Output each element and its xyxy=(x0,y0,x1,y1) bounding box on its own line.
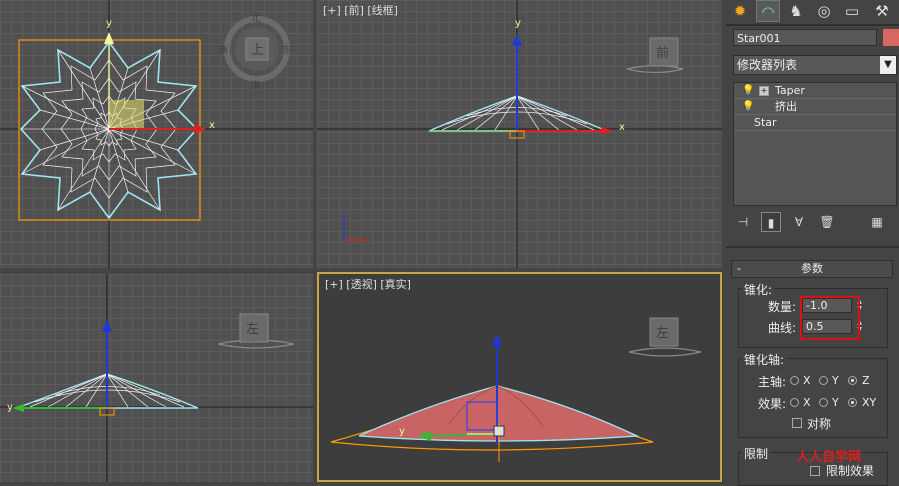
svg-text:北: 北 xyxy=(251,13,260,24)
collapse-toggle: - xyxy=(737,262,741,275)
motion-tab-icon[interactable]: ◎ xyxy=(812,0,836,22)
expand-icon[interactable]: + xyxy=(759,86,769,96)
primary-z-label: Z xyxy=(862,374,870,387)
modifier-list-label: 修改器列表 xyxy=(737,58,798,72)
modifier-stack[interactable]: 💡 + Taper 💡 挤出 Star xyxy=(733,82,897,206)
primary-z-radio[interactable] xyxy=(848,376,857,385)
limit-effect-checkbox[interactable] xyxy=(810,466,820,476)
primary-axis-label: 主轴: xyxy=(758,375,787,389)
pin-stack-icon[interactable]: ⊣ xyxy=(733,212,753,232)
highlight-box xyxy=(800,296,860,340)
svg-text:西: 西 xyxy=(219,45,228,56)
curve-label: 曲线: xyxy=(768,321,797,335)
effect-x-radio[interactable] xyxy=(790,398,799,407)
viewport-left[interactable]: y 左 xyxy=(0,274,313,482)
object-name-field[interactable]: Star001 xyxy=(733,29,877,46)
viewport-perspective[interactable]: [+] [透视] [真实] y 左 xyxy=(317,272,722,482)
symmetry-label: 对称 xyxy=(807,417,832,431)
svg-text:东: 东 xyxy=(283,44,292,56)
stack-item-label: 挤出 xyxy=(775,100,797,113)
primary-x-radio[interactable] xyxy=(790,376,799,385)
svg-text:南: 南 xyxy=(251,79,260,91)
watermark-logo: 人人自学网 xyxy=(796,446,861,465)
primary-x-label: X xyxy=(803,374,811,387)
configure-sets-icon[interactable]: ▦ xyxy=(867,212,887,232)
effect-x-label: X xyxy=(803,396,811,409)
effect-axis-label: 效果: xyxy=(758,397,787,411)
parameters-rollout-header[interactable]: - 参数 xyxy=(731,260,893,278)
top-view-geometry: y x 上 北 南 东 西 xyxy=(0,0,313,268)
rollout-title: 参数 xyxy=(801,262,823,275)
hierarchy-tab-icon[interactable]: ♞ xyxy=(784,0,808,22)
perspective-view-geometry: y 左 xyxy=(330,317,702,462)
effect-y-label: Y xyxy=(832,396,839,409)
svg-text:y: y xyxy=(515,18,521,29)
viewcube-top-face: 上 xyxy=(251,43,264,58)
lightbulb-icon[interactable]: 💡 xyxy=(742,99,754,114)
utilities-tab-icon[interactable]: ⚒ xyxy=(870,0,894,22)
effect-xy-label: XY xyxy=(862,396,877,409)
stack-item-extrude[interactable]: 💡 挤出 xyxy=(734,99,896,115)
modify-tab-icon[interactable]: ◠ xyxy=(756,0,780,22)
show-end-result-icon[interactable]: ▮ xyxy=(761,212,781,232)
create-tab-icon[interactable]: ✹ xyxy=(728,0,752,22)
symmetry-checkbox[interactable] xyxy=(792,418,802,428)
effect-xy-radio[interactable] xyxy=(848,398,857,407)
left-view-geometry: y 左 xyxy=(0,274,313,482)
stack-item-label: Taper xyxy=(775,84,805,97)
amount-label: 数量: xyxy=(768,300,797,314)
viewcube-perspective-face: 左 xyxy=(656,326,669,341)
front-view-geometry: y x 前 xyxy=(317,0,722,268)
divider xyxy=(726,24,899,26)
modifier-list-dropdown[interactable]: 修改器列表 ▼ xyxy=(733,55,897,75)
svg-text:y: y xyxy=(106,18,112,29)
watermark-text: 人人自学网 xyxy=(796,450,862,465)
object-color-swatch[interactable] xyxy=(883,29,899,46)
stack-item-star[interactable]: Star xyxy=(734,115,896,131)
svg-text:x: x xyxy=(209,120,215,131)
viewport-top[interactable]: y x 上 北 南 东 西 xyxy=(0,0,313,268)
command-panel: ✹ ◠ ♞ ◎ ▭ ⚒ Star001 修改器列表 ▼ 💡 + Taper 💡 … xyxy=(726,0,899,486)
display-tab-icon[interactable]: ▭ xyxy=(840,0,864,22)
limits-group-title: 限制 xyxy=(742,445,771,462)
viewcube-front-face: 前 xyxy=(656,45,669,61)
make-unique-icon[interactable]: ∀ xyxy=(789,212,809,232)
lightbulb-icon[interactable]: 💡 xyxy=(742,83,754,98)
stack-item-taper[interactable]: 💡 + Taper xyxy=(734,83,896,99)
viewport-front[interactable]: [+] [前] [线框] y x 前 xyxy=(317,0,722,268)
primary-y-radio[interactable] xyxy=(819,376,828,385)
stack-toolbar: ⊣ ▮ ∀ 🗑 ▦ xyxy=(733,212,897,234)
chevron-down-icon[interactable]: ▼ xyxy=(880,56,896,74)
primary-y-label: Y xyxy=(832,374,839,387)
stack-item-label: Star xyxy=(754,116,777,129)
svg-text:y: y xyxy=(7,402,13,413)
taper-axis-group-title: 锥化轴: xyxy=(742,351,787,368)
divider xyxy=(726,246,899,248)
svg-text:y: y xyxy=(399,426,405,437)
svg-text:x: x xyxy=(619,122,625,133)
effect-y-radio[interactable] xyxy=(819,398,828,407)
taper-group-title: 锥化: xyxy=(742,281,775,298)
viewcube-left-face: 左 xyxy=(246,322,259,337)
command-panel-tabs: ✹ ◠ ♞ ◎ ▭ ⚒ xyxy=(726,0,899,24)
remove-modifier-icon[interactable]: 🗑 xyxy=(817,212,837,232)
